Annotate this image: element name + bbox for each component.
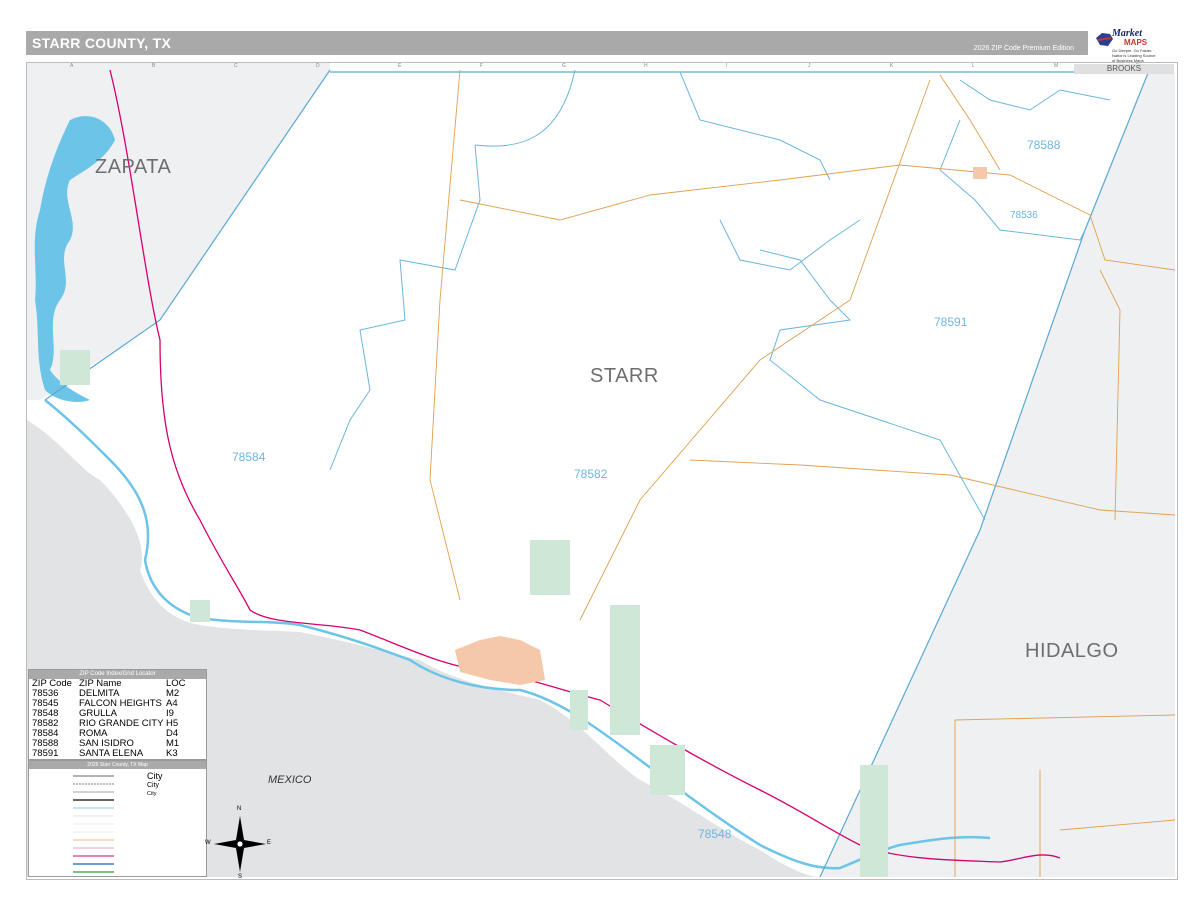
park-area-4 [650,745,685,795]
grid-col-label: D [316,63,320,69]
park-area-2 [610,605,640,735]
park-area-7 [60,350,90,385]
park-area-5 [570,690,588,730]
zip-loc-cell: K3 [166,748,178,759]
zapata-county-label: ZAPATA [95,156,172,178]
legend-city-medium: City [147,782,160,789]
compass-n: N [237,806,242,812]
grid-col-label: F [480,63,484,69]
park-area-3 [860,765,888,877]
table-row: 78591 SANTA ELENA K3 [29,749,206,759]
starr-county-label: STARR [590,365,659,387]
zip-label-78548: 78548 [698,827,732,841]
zip-label-78582: 78582 [574,467,608,481]
zip-code-index: ZIP Code Index/Grid Locator ZIP Code ZIP… [28,669,207,760]
grid-col-label: H [644,63,648,69]
grid-col-label: C [234,63,238,69]
legend-city-large: City [147,771,163,781]
grid-col-label: J [808,63,811,69]
grid-col-label: K [890,63,894,69]
grid-col-label: E [398,63,402,69]
hidalgo-county-label: HIDALGO [1025,640,1119,662]
mexico-label: MEXICO [268,774,312,786]
zip-label-78591: 78591 [934,315,968,329]
grid-col-label: I [726,63,728,69]
park-area-6 [190,600,210,622]
zip-name-cell: SANTA ELENA [79,748,144,759]
grid-col-label: M [1054,63,1059,69]
grid-col-label: G [562,63,566,69]
compass-w: W [205,840,211,846]
legend-title: 2026 Starr County, TX Map [29,761,206,769]
grid-col-label: B [152,63,156,69]
zip-label-78584: 78584 [232,450,266,464]
zip-label-78536: 78536 [1010,210,1038,221]
compass-s: S [238,874,243,880]
map-legend: 2026 Starr County, TX Map City City City [28,760,207,877]
park-area-1 [530,540,570,595]
zip-code-cell: 78591 [32,748,59,759]
grid-col-label: L [972,63,975,69]
brooks-county-label: BROOKS [1074,64,1174,74]
grid-col-label: A [70,63,74,69]
san-isidro-city-area [973,167,987,179]
compass-icon [214,816,266,872]
compass-e: E [267,840,272,846]
legend-city-small: City [147,791,157,797]
compass-rose: N S E W [205,806,272,880]
legend-symbols [73,775,114,873]
zip-label-78588: 78588 [1027,138,1061,152]
